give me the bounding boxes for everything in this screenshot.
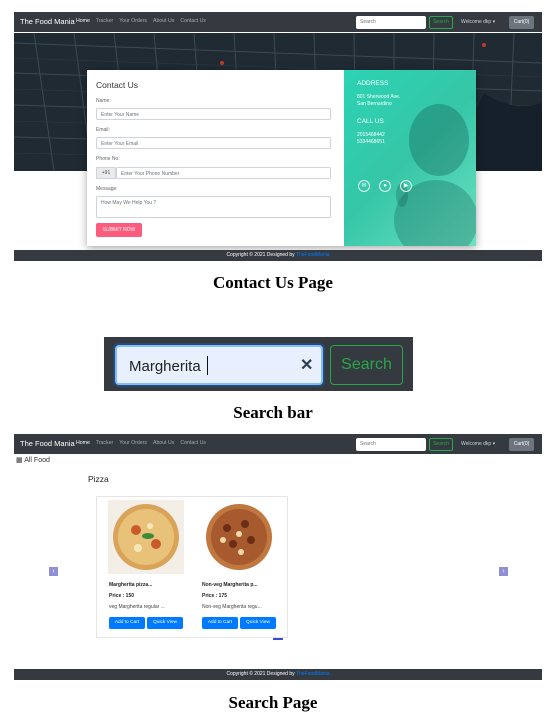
navbar-search: The Food Mania Home Tracker Your Orders … [14, 434, 542, 454]
add-to-cart-button[interactable]: Add to Cart [202, 617, 238, 629]
phone-number-2: 5334468651 [357, 139, 385, 145]
nonveg-pizza-image [201, 500, 277, 574]
nav-home[interactable]: Home [76, 18, 90, 24]
nav-orders[interactable]: Your Orders [119, 440, 147, 446]
search-bar-zoom: Margherita ✕ Search [104, 337, 413, 391]
all-food-link[interactable]: ▦ All Food [16, 456, 50, 464]
pizza-image[interactable] [201, 500, 277, 574]
name-input[interactable]: Enter Your Name [96, 108, 331, 120]
footer-text: Copyright © 2021 Designed by [226, 671, 295, 677]
call-heading: CALL US [357, 118, 384, 125]
cart-button[interactable]: Cart(0) [509, 438, 534, 451]
brand-logo[interactable]: The Food Mania [20, 439, 75, 448]
email-input[interactable]: Enter Your Email [96, 137, 331, 149]
github-icon[interactable]: ● [379, 180, 391, 192]
phone-input[interactable]: Enter Your Phone Number [116, 167, 331, 179]
nav-links: Home Tracker Your Orders About Us Contac… [76, 440, 206, 446]
grid-icon: ▦ [16, 457, 23, 464]
nav-tracker[interactable]: Tracker [96, 18, 113, 24]
nav-about[interactable]: About Us [153, 18, 174, 24]
all-food-label: All Food [24, 457, 50, 464]
message-label: Message: [96, 186, 118, 192]
message-textarea[interactable]: How May We Help You ? [96, 196, 331, 218]
footer-search: Copyright © 2021 Designed by TheFoodMani… [14, 669, 542, 680]
phone-prefix: +91 [96, 167, 116, 179]
pizza-image[interactable] [108, 500, 184, 574]
nav-search-input[interactable]: Search [356, 438, 426, 451]
nav-about[interactable]: About Us [153, 440, 174, 446]
phone-label: Phone No: [96, 156, 120, 162]
footer-link[interactable]: TheFoodMania [296, 252, 330, 258]
category-title: Pizza [88, 474, 109, 484]
product-price: Price : 150 [109, 593, 135, 599]
submit-button[interactable]: SUBMIT NOW [96, 223, 142, 237]
footer-contact: Copyright © 2021 Designed by TheFoodMani… [14, 250, 542, 261]
user-dropdown[interactable]: Welcome dkp ▾ [461, 19, 495, 25]
mail-icon[interactable]: ✉ [358, 180, 370, 192]
nav-search-button[interactable]: Search [429, 16, 453, 29]
clear-icon[interactable]: ✕ [300, 355, 313, 375]
carousel-next-icon[interactable]: › [499, 567, 508, 576]
quick-view-button[interactable]: Quick View [147, 617, 183, 629]
product-card: Non-veg Margherita p... Price : 175 Non-… [190, 497, 282, 639]
navbar-contact: The Food Mania Home Tracker Your Orders … [14, 12, 542, 32]
nav-contact[interactable]: Contact Us [180, 440, 206, 446]
text-caret [207, 356, 208, 375]
user-dropdown[interactable]: Welcome dkp ▾ [461, 441, 495, 447]
nav-tracker[interactable]: Tracker [96, 440, 113, 446]
search-input-zoom[interactable]: Margherita ✕ [115, 345, 323, 385]
phone-number-1: 2015468442 [357, 132, 385, 138]
nav-orders[interactable]: Your Orders [119, 18, 147, 24]
product-name[interactable]: Non-veg Margherita p... [202, 582, 258, 588]
contact-card: Contact Us Name: Enter Your Name Email: … [87, 70, 476, 246]
product-carousel: Margherita pizza... Price : 150 veg Marg… [96, 496, 288, 638]
product-desc: Non-veg Margherita regu... [202, 604, 262, 610]
nav-search-input[interactable]: Search [356, 16, 426, 29]
search-value: Margherita [129, 358, 201, 375]
contact-title: Contact Us [96, 80, 139, 90]
margherita-pizza-image [108, 500, 184, 574]
email-label: Email: [96, 127, 110, 133]
product-price: Price : 175 [202, 593, 228, 599]
caption-contact: Contact Us Page [213, 273, 333, 292]
address-heading: ADDRESS [357, 80, 389, 87]
carousel-indicator[interactable] [273, 638, 283, 640]
cart-button[interactable]: Cart(0) [509, 16, 534, 29]
brand-logo[interactable]: The Food Mania [20, 17, 75, 26]
youtube-icon[interactable]: ▶ [400, 180, 412, 192]
product-desc: veg Margherita regular ... [109, 604, 165, 610]
address-line2: San Bernardino [357, 101, 392, 107]
name-label: Name: [96, 98, 111, 104]
product-card: Margherita pizza... Price : 150 veg Marg… [97, 497, 189, 639]
address-line1: 801 Sherwood Ave. [357, 94, 401, 100]
carousel-prev-icon[interactable]: ‹ [49, 567, 58, 576]
caption-searchbar: Search bar [233, 403, 313, 422]
caption-searchpage: Search Page [228, 693, 318, 712]
nav-home[interactable]: Home [76, 440, 90, 446]
product-name[interactable]: Margherita pizza... [109, 582, 152, 588]
add-to-cart-button[interactable]: Add to Cart [109, 617, 145, 629]
search-button-zoom[interactable]: Search [330, 345, 403, 385]
nav-links: Home Tracker Your Orders About Us Contac… [76, 18, 206, 24]
footer-text: Copyright © 2021 Designed by [226, 252, 295, 258]
contact-info-panel: ADDRESS 801 Sherwood Ave. San Bernardino… [344, 70, 476, 246]
quick-view-button[interactable]: Quick View [240, 617, 276, 629]
footer-link[interactable]: TheFoodMania [296, 671, 330, 677]
nav-search-button[interactable]: Search [429, 438, 453, 451]
nav-contact[interactable]: Contact Us [180, 18, 206, 24]
